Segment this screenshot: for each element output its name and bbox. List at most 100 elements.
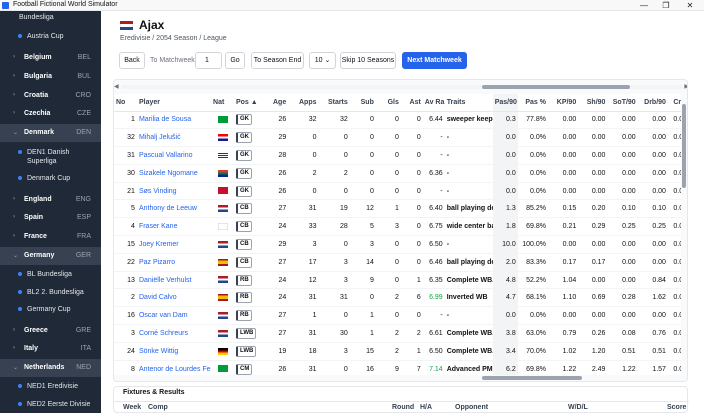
cell-sub: 12: [349, 199, 376, 219]
close-icon[interactable]: ✕: [678, 0, 702, 11]
table-row[interactable]: 2 David Calvo RB 24 31 31 0 2 6 6.99 Inverted WB 4.…: [114, 288, 687, 308]
table-row[interactable]: 16 Oscar van Dam RB 27 1 0 1 0 0- -0.0 0.0% 0.00 0.0…: [114, 306, 687, 326]
cell-name[interactable]: Oscar van Dam: [136, 306, 212, 326]
table-row[interactable]: 3 Corné Schreurs LWB 27 31 30 1 2 2 6.61 Complete …: [114, 324, 687, 343]
col-header[interactable]: Player: [136, 94, 212, 112]
seasons-select[interactable]: 10 ⌄: [309, 52, 336, 69]
table-row[interactable]: 21 Søs Vinding GK 26 0 0 0 0 0- -0.0 0.0% 0.00 0.00 0…: [114, 182, 687, 201]
matchweek-input[interactable]: 1: [195, 52, 222, 69]
sidebar-item-england[interactable]: › England ENG: [0, 191, 101, 209]
col-header[interactable]: Av Ra: [422, 94, 445, 112]
next-matchweek-button[interactable]: Next Matchweek: [402, 52, 467, 69]
col-header[interactable]: Apps: [288, 94, 319, 112]
sidebar-sub-denmark-cup[interactable]: Denmark Cup: [0, 171, 101, 185]
skip-seasons-button[interactable]: Skip 10 Seasons: [340, 52, 396, 69]
cell-starts: 31: [318, 288, 350, 308]
sidebar-item-italy[interactable]: › Italy ITA: [0, 340, 101, 358]
sidebar-sub-germany-cup[interactable]: Germany Cup: [0, 302, 101, 316]
back-button[interactable]: Back: [119, 52, 145, 69]
cell-name[interactable]: Pascual Vallarino: [136, 146, 212, 165]
sidebar-item-germany[interactable]: ⌄ Germany GER: [0, 247, 101, 265]
sidebar-sub-bl[interactable]: BL Bundesliga: [0, 267, 101, 281]
horizontal-scrollbar[interactable]: ◀ ▶: [114, 80, 687, 94]
cell-name[interactable]: Fraser Kane: [136, 217, 212, 237]
bullet-icon: [18, 290, 22, 294]
col-header[interactable]: No: [114, 94, 137, 112]
cell-sub: 0: [349, 164, 376, 183]
col-header[interactable]: Starts: [318, 94, 350, 112]
col-header[interactable]: Pas %: [517, 94, 548, 112]
cell-pas90: 0.3: [492, 111, 518, 130]
sidebar-item-netherlands[interactable]: ⌄ Netherlands NED: [0, 359, 101, 377]
cell-name[interactable]: Anthony de Leeuw: [136, 199, 212, 219]
main-panel: Ajax Eredivisie / 2054 Season / League B…: [101, 11, 704, 413]
col-header[interactable]: Ast: [400, 94, 423, 112]
scroll-right-icon[interactable]: ▶: [684, 83, 687, 90]
col-header[interactable]: Sub: [349, 94, 376, 112]
cell-name[interactable]: Sönke Wittig: [136, 342, 212, 361]
table-row[interactable]: 15 Joey Kremer CB 29 3 0 3 0 0 6.50-10.0 100.0% 0.0…: [114, 235, 687, 254]
sidebar-item-bulgaria[interactable]: › Bulgaria BUL: [0, 68, 101, 86]
cell-sh: 0.00: [578, 164, 608, 183]
cell-name[interactable]: Daniëlle Verhulst: [136, 271, 212, 290]
table-row[interactable]: 32 Mihalj Jelušić GK 29 0 0 0 0 0- -0.0 0.0% 0.00 0.…: [114, 128, 687, 148]
table-row[interactable]: 24 Sönke Wittig LWB 19 18 3 15 2 1 6.50 Complete W…: [114, 342, 687, 361]
sidebar-sub-ned2[interactable]: NED2 Eerste Divisie: [0, 397, 101, 411]
col-header[interactable]: Pas/90: [492, 94, 518, 112]
cell-sub: 9: [349, 271, 376, 290]
cell-kp: 1.04: [547, 271, 579, 290]
cell-nat: [211, 199, 234, 219]
cell-name[interactable]: Paz Pizarro: [136, 253, 212, 272]
cell-kp: 0.15: [547, 199, 579, 219]
table-row[interactable]: 31 Pascual Vallarino GK 28 0 0 0 0 0- -0.0 0.0% 0.0…: [114, 146, 687, 165]
vertical-scrollbar[interactable]: [681, 94, 687, 381]
position-badge: RB: [235, 274, 252, 286]
cell-sub: 0: [349, 146, 376, 165]
sidebar-sub-bundesliga[interactable]: Bundesliga: [0, 11, 101, 23]
cell-name[interactable]: Mihalj Jelušić: [136, 128, 212, 148]
sidebar-item-czechia[interactable]: › Czechia CZE: [0, 105, 101, 123]
col-header[interactable]: Gls: [375, 94, 401, 112]
col-header[interactable]: KP/90: [547, 94, 579, 112]
sidebar-sub-bl2[interactable]: BL2 2. Bundesliga: [0, 285, 101, 299]
table-row[interactable]: 22 Paz Pizarro CB 27 17 3 14 0 0 6.46 ball playing…: [114, 253, 687, 272]
col-header-sorted[interactable]: Pos ▲: [233, 94, 265, 112]
cell-name[interactable]: Sizakele Ngomane: [136, 164, 212, 183]
scroll-thumb[interactable]: [482, 85, 630, 89]
minimize-icon[interactable]: —: [632, 0, 656, 11]
cell-name[interactable]: Søs Vinding: [136, 182, 212, 201]
sidebar-sub-den1[interactable]: DEN1 Danish Superliga: [0, 145, 101, 167]
col-header[interactable]: Age: [264, 94, 289, 112]
sidebar-item-spain[interactable]: › Spain ESP: [0, 209, 101, 227]
table-row[interactable]: 5 Anthony de Leeuw CB 27 31 19 12 1 0 6.40 ball pl…: [114, 199, 687, 219]
table-row[interactable]: 13 Daniëlle Verhulst RB 24 12 3 9 0 1 6.35 Complet…: [114, 271, 687, 290]
sidebar-item-greece[interactable]: › Greece GRE: [0, 322, 101, 340]
to-season-end-button[interactable]: To Season End: [251, 52, 304, 69]
col-header[interactable]: Drb/90: [637, 94, 668, 112]
go-button[interactable]: Go: [225, 52, 245, 69]
sidebar-item-france[interactable]: › France FRA: [0, 228, 101, 246]
sidebar-item-croatia[interactable]: › Croatia CRO: [0, 87, 101, 105]
sidebar-item-denmark[interactable]: ⌄ Denmark DEN: [0, 124, 101, 142]
cell-name[interactable]: Joey Kremer: [136, 235, 212, 254]
bottom-scrollbar[interactable]: [114, 375, 687, 381]
table-row[interactable]: 30 Sizakele Ngomane GK 26 2 2 0 0 0 6.36-0.0 0.0% 0…: [114, 164, 687, 183]
restore-icon[interactable]: ❐: [654, 0, 678, 11]
scroll-left-icon[interactable]: ◀: [114, 83, 119, 90]
col-header[interactable]: Traits: [444, 94, 493, 112]
table-row[interactable]: 4 Fraser Kane CB 24 33 28 5 3 0 6.75 wide center b…: [114, 217, 687, 237]
scroll-thumb[interactable]: [682, 104, 686, 188]
sidebar-sub-ned1[interactable]: NED1 Eredivisie: [0, 379, 101, 393]
cell-name[interactable]: Marilia de Sousa: [136, 111, 212, 130]
table-row[interactable]: 1 Marilia de Sousa GK 26 32 32 0 0 0 6.44 sweeper …: [114, 111, 687, 130]
cell-sh: 0.00: [578, 182, 608, 201]
col-header[interactable]: SoT/90: [607, 94, 638, 112]
col-header[interactable]: Sh/90: [578, 94, 608, 112]
col-header[interactable]: Nat: [211, 94, 234, 112]
cell-name[interactable]: David Calvo: [136, 288, 212, 308]
sidebar-sub-austria-cup[interactable]: Austria Cup: [0, 29, 101, 43]
sidebar-item-belgium[interactable]: › Belgium BEL: [0, 49, 101, 67]
cell-no: 2: [114, 288, 137, 308]
scroll-thumb[interactable]: [482, 376, 582, 380]
cell-name[interactable]: Corné Schreurs: [136, 324, 212, 343]
